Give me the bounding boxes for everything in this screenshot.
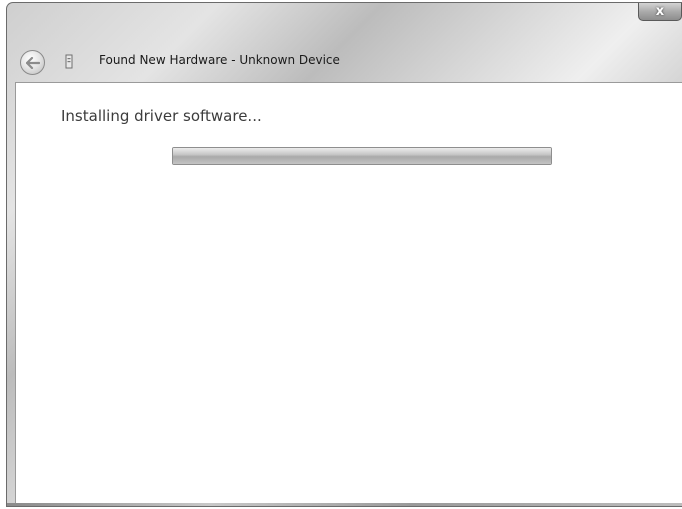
close-button[interactable]: x bbox=[638, 3, 682, 21]
status-text: Installing driver software... bbox=[61, 107, 262, 125]
progress-fill bbox=[173, 148, 551, 164]
window-bottom-edge bbox=[7, 503, 682, 506]
content-panel: Installing driver software... bbox=[15, 82, 682, 503]
close-icon: x bbox=[655, 3, 665, 19]
back-arrow-icon bbox=[25, 56, 40, 69]
dialog-window: x Found New Hardware - Unknown Device In… bbox=[6, 2, 682, 507]
window-title: Found New Hardware - Unknown Device bbox=[99, 53, 340, 67]
device-icon bbox=[65, 54, 73, 69]
progress-bar bbox=[172, 147, 552, 165]
back-button[interactable] bbox=[20, 50, 45, 75]
